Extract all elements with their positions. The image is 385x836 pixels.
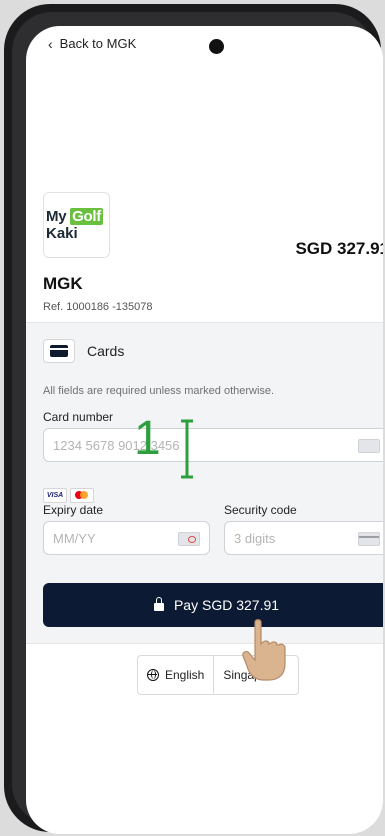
lock-icon <box>153 597 164 611</box>
logo-text-kaki: Kaki <box>46 225 78 242</box>
order-amount: SGD 327.91 <box>295 239 383 258</box>
card-number-input[interactable] <box>51 437 304 454</box>
pay-button-label: Pay SGD 327.91 <box>173 597 280 613</box>
pay-button[interactable]: Pay SGD 327.91 <box>43 583 383 627</box>
phone-bezel: ‹ Back to MGK My Golf Kaki SGD 327.91 MG… <box>12 12 383 834</box>
expiry-date-field[interactable] <box>43 521 210 555</box>
globe-icon <box>147 669 159 681</box>
phone-frame: ‹ Back to MGK My Golf Kaki SGD 327.91 MG… <box>4 4 383 834</box>
credit-card-icon <box>43 339 75 363</box>
visa-logo: VISA <box>43 488 67 503</box>
phone-screen: ‹ Back to MGK My Golf Kaki SGD 327.91 MG… <box>26 26 383 834</box>
security-code-input[interactable] <box>232 530 355 547</box>
form-note: All fields are required unless marked ot… <box>43 385 275 397</box>
back-link-label: Back to MGK <box>59 36 137 51</box>
logo-text-golf: Golf <box>70 208 103 225</box>
step-annotation: 1 <box>134 412 161 465</box>
merchant-logo: My Golf Kaki <box>43 192 110 258</box>
text-cursor-icon <box>181 419 193 479</box>
security-code-field[interactable] <box>224 521 383 555</box>
payment-method-cards[interactable]: Cards <box>43 339 124 363</box>
language-english-label: English <box>165 668 205 682</box>
expiry-date-label: Expiry date <box>43 503 104 517</box>
mastercard-logo <box>70 488 94 503</box>
order-reference: Ref. 1000186 -135078 <box>43 301 153 313</box>
language-option-english[interactable]: English <box>138 656 213 694</box>
merchant-name: MGK <box>43 274 83 293</box>
card-number-field[interactable] <box>43 428 383 462</box>
chevron-left-icon: ‹ <box>48 35 53 52</box>
logo-text-my: My <box>46 208 67 225</box>
card-number-label: Card number <box>43 410 114 424</box>
card-icon <box>358 439 380 453</box>
pointing-hand-icon <box>242 619 286 681</box>
camera-icon <box>209 39 224 54</box>
logo-line-1: My Golf <box>46 208 103 225</box>
card-front-icon <box>178 532 200 546</box>
card-back-icon <box>358 532 380 546</box>
payment-method-label: Cards <box>87 343 125 359</box>
back-link[interactable]: ‹ Back to MGK <box>48 36 136 51</box>
security-code-label: Security code <box>224 503 297 517</box>
expiry-date-input[interactable] <box>51 530 174 547</box>
card-brands: VISA <box>43 488 94 503</box>
